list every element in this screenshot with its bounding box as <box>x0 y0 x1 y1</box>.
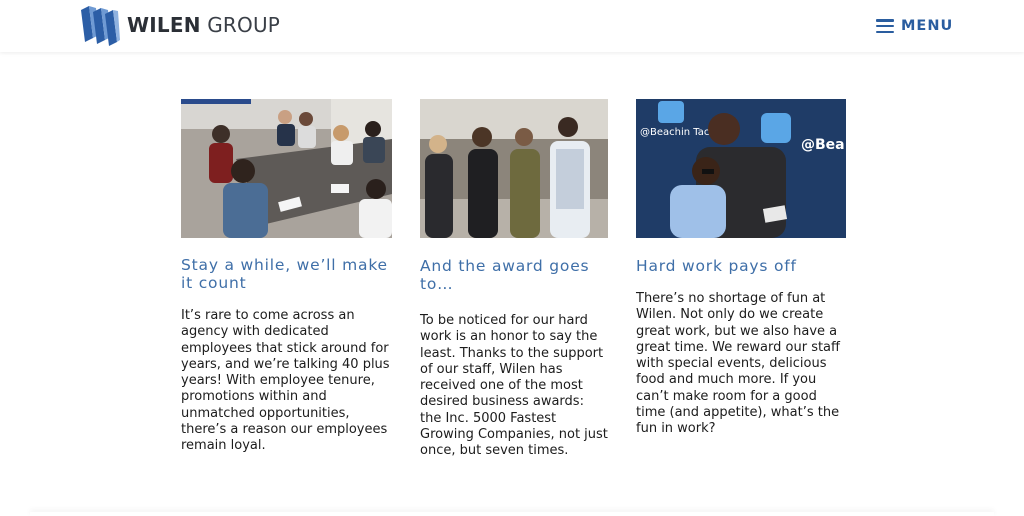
menu-button[interactable]: MENU <box>876 14 953 38</box>
hamburger-icon <box>876 19 894 33</box>
wilen-logo[interactable]: WILEN GROUP <box>79 3 280 47</box>
card-photo-event: @Beachin Tacos @Bea <box>636 99 846 238</box>
card-body: It’s rare to come across an agency with … <box>181 308 390 454</box>
footer-edge <box>30 512 994 516</box>
card-photo-meeting <box>181 99 392 238</box>
card-title: Hard work pays off <box>636 257 797 275</box>
card-body: To be noticed for our hard work is an ho… <box>420 313 608 459</box>
feature-card-award: And the award goes to… To be noticed for… <box>420 99 608 460</box>
card-title: Stay a while, we’ll make it count <box>181 256 388 292</box>
card-photo-team <box>420 99 608 238</box>
site-header: WILEN GROUP MENU <box>0 0 1024 52</box>
logo-text: WILEN GROUP <box>127 13 280 37</box>
card-body: There’s no shortage of fun at Wilen. Not… <box>636 291 840 437</box>
card-title: And the award goes to… <box>420 257 590 293</box>
feature-card-fun: @Beachin Tacos @Bea Hard work pays off T… <box>636 99 846 438</box>
feature-card-stay: Stay a while, we’ll make it count It’s r… <box>181 99 392 455</box>
svg-text:@Bea: @Bea <box>801 137 845 153</box>
wilen-logo-icon <box>81 6 120 46</box>
menu-label: MENU <box>901 18 954 34</box>
logo-text-bold: WILEN <box>127 13 201 37</box>
logo-text-light: GROUP <box>207 13 281 37</box>
